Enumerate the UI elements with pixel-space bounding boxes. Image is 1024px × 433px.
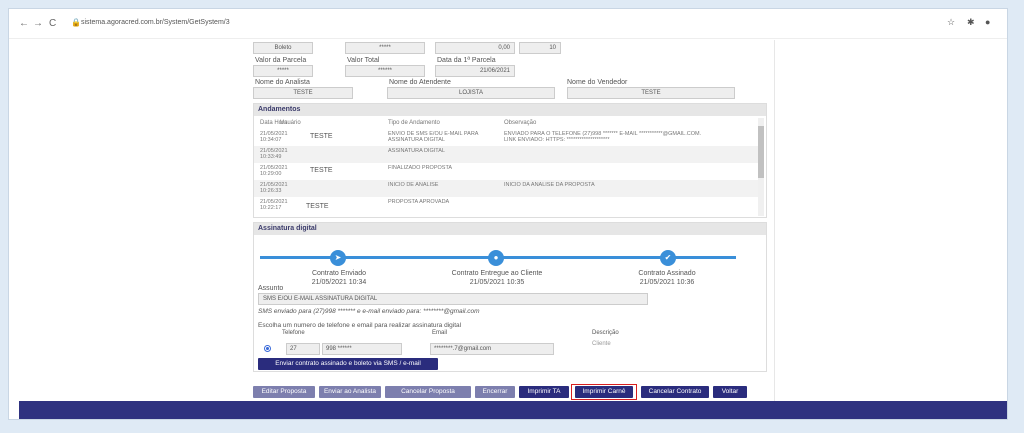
descricao-value: Cliente (592, 341, 611, 347)
table-scrollbar[interactable] (758, 118, 764, 216)
col-email: Email (432, 330, 448, 336)
valor-total-label: Valor Total (347, 57, 380, 64)
bottom-bar (19, 401, 1007, 419)
payment-type-field[interactable]: Boleto (253, 42, 313, 54)
back-icon[interactable]: ← (19, 18, 29, 29)
assunto-field[interactable]: SMS E/OU E-MAIL ASSINATURA DIGITAL (258, 293, 648, 305)
proposal-content: Boleto ***** 0,00 10 Valor da Parcela Va… (249, 40, 769, 402)
row-time: 10:22:17 (260, 205, 282, 211)
url-text[interactable]: sistema.agoracred.com.br/System/GetSyste… (81, 19, 230, 26)
step-label: Contrato Assinado (638, 270, 696, 277)
col-tipo: Tipo de Andamento (388, 120, 440, 126)
row-tipo: INICIO DE ANALISE (388, 182, 439, 188)
analista-field[interactable]: TESTE (253, 87, 353, 99)
contact-radio[interactable] (264, 345, 271, 352)
close-proposal-button[interactable]: Encerrar (475, 386, 515, 398)
step-date: 21/05/2021 10:35 (469, 279, 525, 286)
col-usuario: Usuário (280, 120, 301, 126)
col-telefone: Telefone (282, 330, 305, 336)
step-date: 21/05/2021 10:36 (639, 279, 695, 286)
masked-field[interactable]: ***** (345, 42, 425, 54)
assinatura-title: Assinatura digital (254, 223, 766, 235)
row-tipo-2: ASSINATURA DIGITAL (388, 137, 445, 143)
edit-proposal-button[interactable]: Editar Proposta (253, 386, 315, 398)
row-time: 10:33:49 (260, 154, 282, 160)
valor-total-field[interactable]: ****** (345, 65, 425, 77)
extensions-icon[interactable]: ✱ (967, 17, 975, 28)
right-panel (774, 40, 1007, 405)
amount-field[interactable]: 0,00 (435, 42, 515, 54)
andamentos-title: Andamentos (254, 104, 766, 116)
address-bar: ← → C 🔒 sistema.agoracred.com.br/System/… (9, 9, 1007, 39)
valor-parcela-label: Valor da Parcela (255, 57, 307, 64)
screenshot-frame: ← → C 🔒 sistema.agoracred.com.br/System/… (0, 0, 1024, 433)
table-row: 21/05/2021 10:26:33 INICIO DE ANALISE IN… (254, 180, 758, 197)
col-observacao: Observação (504, 120, 537, 126)
row-time: 10:26:33 (260, 188, 282, 194)
assinatura-panel: Assinatura digital ➤ ● ✔ Contrato Enviad… (253, 222, 767, 372)
phone-field[interactable]: 998 ****** (322, 343, 402, 355)
col-descricao: Descrição (592, 330, 619, 336)
scroll-thumb[interactable] (758, 126, 764, 178)
vendedor-field[interactable]: TESTE (567, 87, 735, 99)
installments-field[interactable]: 10 (519, 42, 561, 54)
row-tipo: PROPOSTA APROVADA (388, 199, 450, 205)
table-row: 21/05/2021 10:33:49 ASSINATURA DIGITAL (254, 146, 758, 163)
cancel-proposal-button[interactable]: Cancelar Proposta (385, 386, 471, 398)
andamentos-panel: Andamentos Data Hora Usuário Tipo de And… (253, 103, 767, 218)
row-obs-2: LINK ENVIADO: HTTPS: *******************… (504, 137, 610, 143)
send-contract-button[interactable]: Enviar contrato assinado e boleto via SM… (258, 358, 438, 370)
profile-icon[interactable]: ● (985, 17, 990, 27)
atendente-field[interactable]: LOJISTA (387, 87, 555, 99)
valor-parcela-field[interactable]: ***** (253, 65, 313, 77)
row-tipo: ASSINATURA DIGITAL (388, 148, 445, 154)
back-button[interactable]: Voltar (713, 386, 747, 398)
email-field[interactable]: ********.7@gmail.com (430, 343, 554, 355)
choose-contact-note: Escolha um numero de telefone e email pa… (258, 322, 462, 329)
row-time: 10:29:00 (260, 171, 282, 177)
print-carne-button[interactable]: Imprimir Carnê (575, 386, 633, 398)
sms-sent-note: SMS enviado para (27)998 ******* e e-mai… (258, 308, 480, 315)
star-icon[interactable]: ☆ (947, 17, 955, 28)
data-parcela-field[interactable]: 21/06/2021 (435, 65, 515, 77)
assunto-label: Assunto (258, 285, 284, 292)
step-date: 21/05/2021 10:34 (311, 279, 367, 286)
table-row: 21/05/2021 10:29:00 TESTE FINALIZADO PRO… (254, 163, 758, 180)
step-label: Contrato Enviado (311, 270, 367, 277)
row-obs: INICIO DA ANALISE DA PROPOSTA (504, 182, 595, 188)
send-to-analyst-button[interactable]: Enviar ao Analista (319, 386, 381, 398)
step-label: Contrato Entregue ao Cliente (451, 270, 543, 277)
check-icon: ✔ (660, 250, 676, 266)
send-icon: ➤ (330, 250, 346, 266)
row-time: 10:34:07 (260, 137, 282, 143)
user-icon: ● (488, 250, 504, 266)
row-user: TESTE (310, 167, 333, 174)
row-user: TESTE (310, 133, 333, 140)
cancel-contract-button[interactable]: Cancelar Contrato (641, 386, 709, 398)
print-ta-button[interactable]: Imprimir TA (519, 386, 569, 398)
table-row: 21/05/2021 10:22:17 TESTE PROPOSTA APROV… (254, 197, 758, 214)
row-user: TESTE (306, 203, 329, 210)
nome-atendente-label: Nome do Atendente (389, 79, 451, 86)
lock-icon: 🔒 (71, 18, 81, 27)
nome-analista-label: Nome do Analista (255, 79, 310, 86)
row-tipo: FINALIZADO PROPOSTA (388, 165, 453, 171)
browser-window: ← → C 🔒 sistema.agoracred.com.br/System/… (8, 8, 1008, 420)
reload-icon[interactable]: C (49, 18, 56, 29)
nome-vendedor-label: Nome do Vendedor (567, 79, 628, 86)
ddd-field[interactable]: 27 (286, 343, 320, 355)
data-parcela-label: Data da 1ª Parcela (437, 57, 496, 64)
table-row: 21/05/2021 10:34:07 TESTE ENVIO DE SMS E… (254, 129, 758, 146)
forward-icon[interactable]: → (33, 18, 43, 29)
